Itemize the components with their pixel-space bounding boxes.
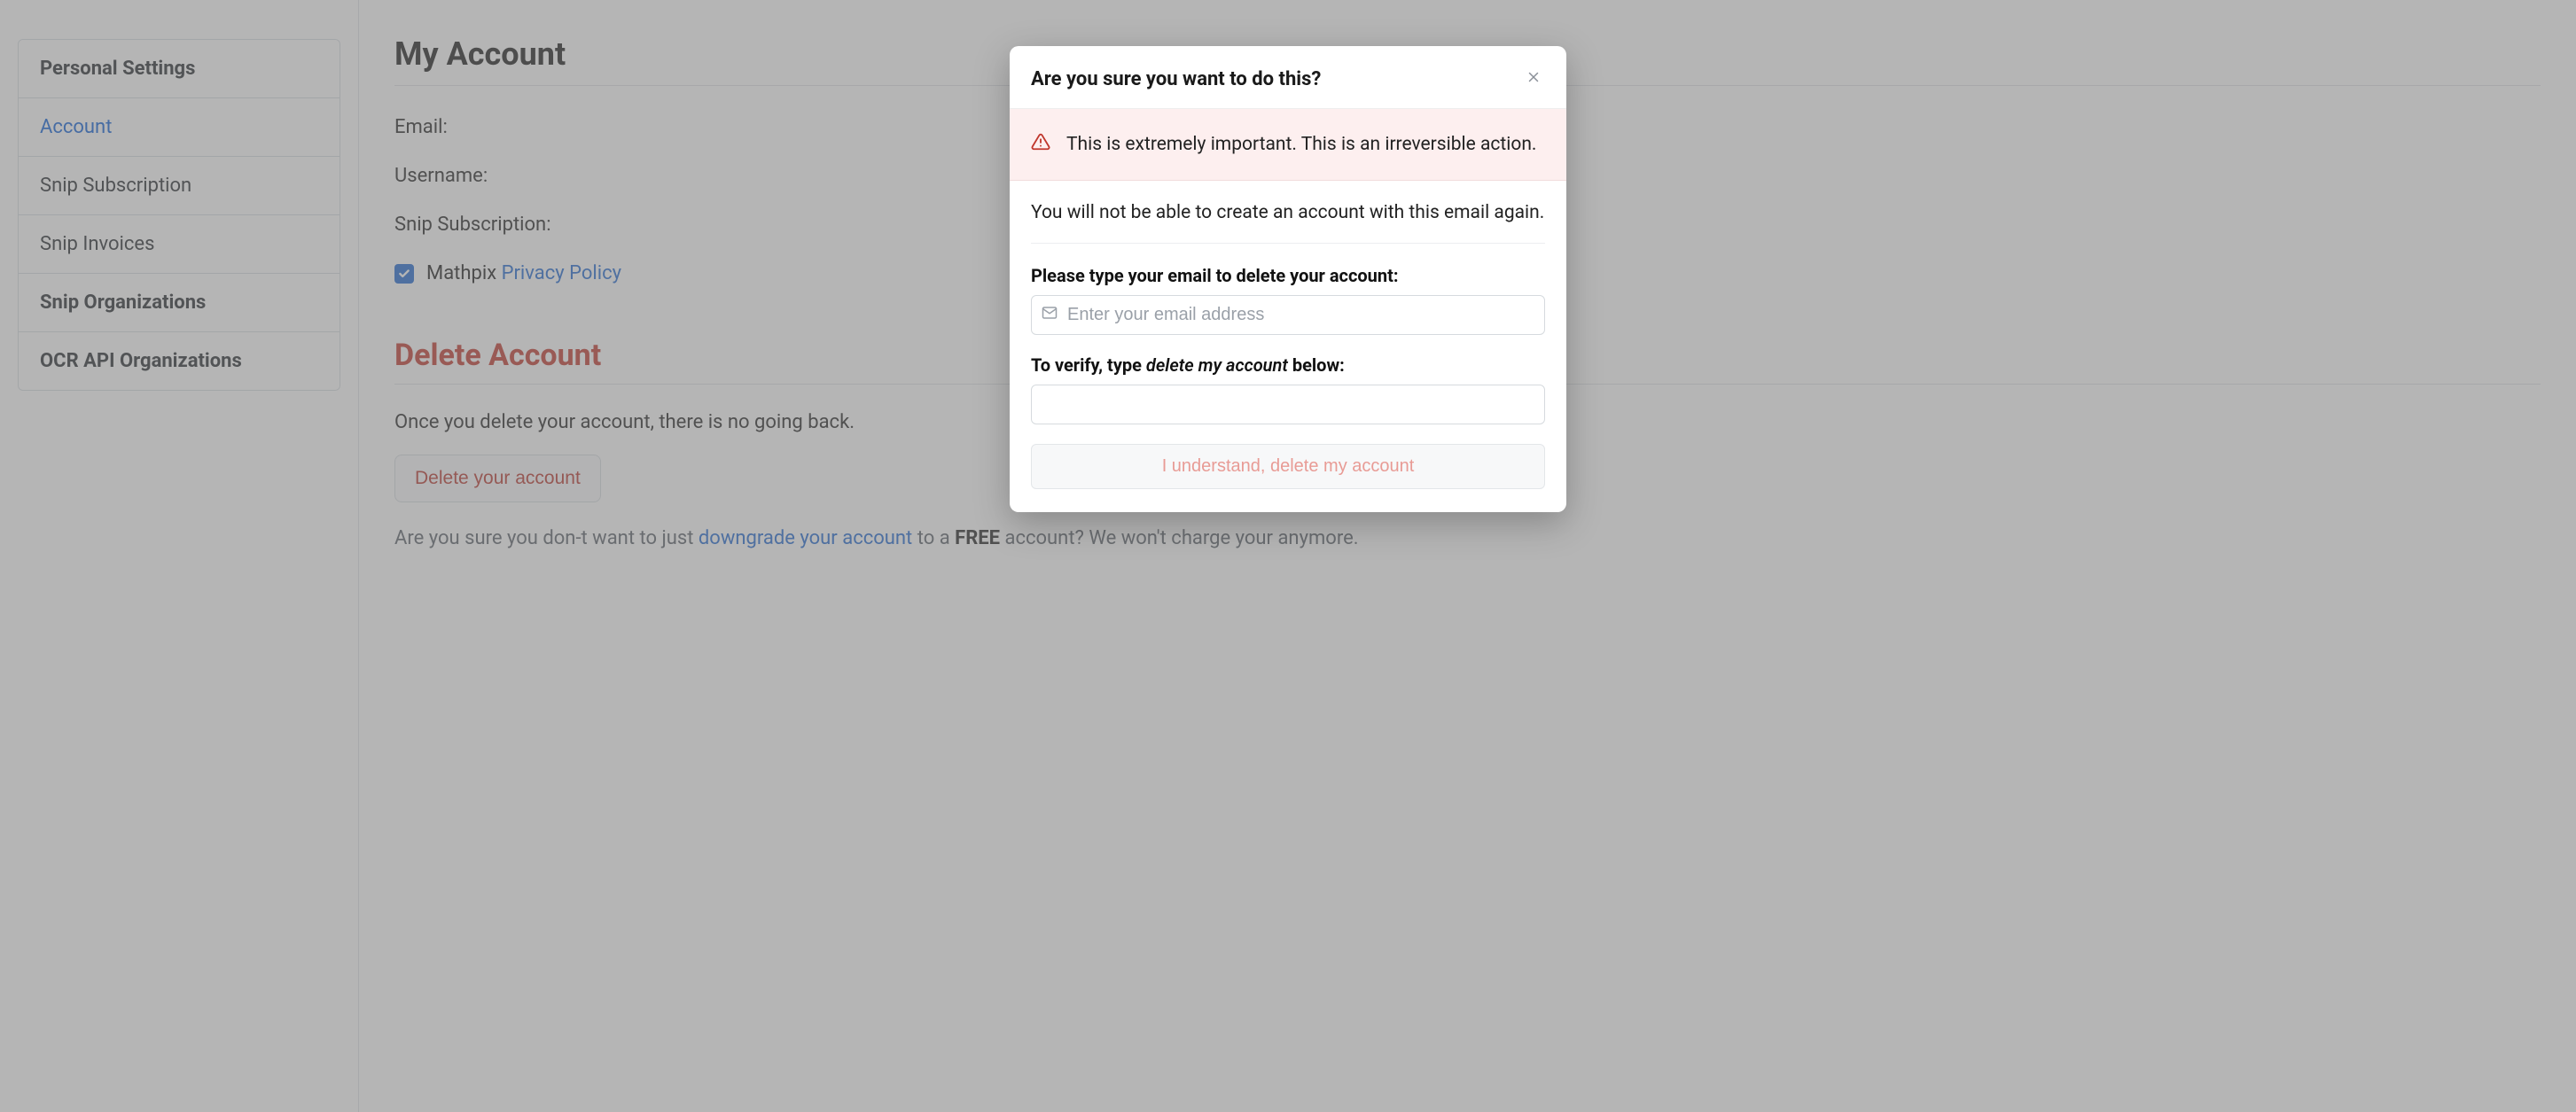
modal-body-divider [1031,243,1545,244]
verify-input-wrap [1031,385,1545,424]
confirm-delete-modal: Are you sure you want to do this? This i… [1010,46,1566,512]
verify-input-label: To verify, type delete my account below: [1031,354,1545,376]
warning-icon [1031,132,1050,157]
confirm-delete-button[interactable]: I understand, delete my account [1031,444,1545,489]
modal-body-text: You will not be able to create an accoun… [1031,202,1545,223]
modal-overlay[interactable]: Are you sure you want to do this? This i… [0,0,2576,1112]
mail-icon [1042,305,1058,326]
verify-label-suffix: below: [1288,354,1345,376]
email-input-wrap [1031,295,1545,335]
verify-phrase: delete my account [1146,354,1288,376]
modal-alert-text: This is extremely important. This is an … [1066,134,1536,155]
modal-title: Are you sure you want to do this? [1031,68,1321,90]
modal-body: You will not be able to create an accoun… [1010,181,1566,512]
verify-label-prefix: To verify, type [1031,354,1146,376]
email-input-label: Please type your email to delete your ac… [1031,265,1545,286]
modal-close-button[interactable] [1522,66,1545,92]
close-icon [1526,69,1542,85]
modal-header: Are you sure you want to do this? [1010,46,1566,109]
verify-phrase-input[interactable] [1031,385,1545,424]
modal-alert-banner: This is extremely important. This is an … [1010,109,1566,181]
confirm-email-input[interactable] [1031,295,1545,335]
